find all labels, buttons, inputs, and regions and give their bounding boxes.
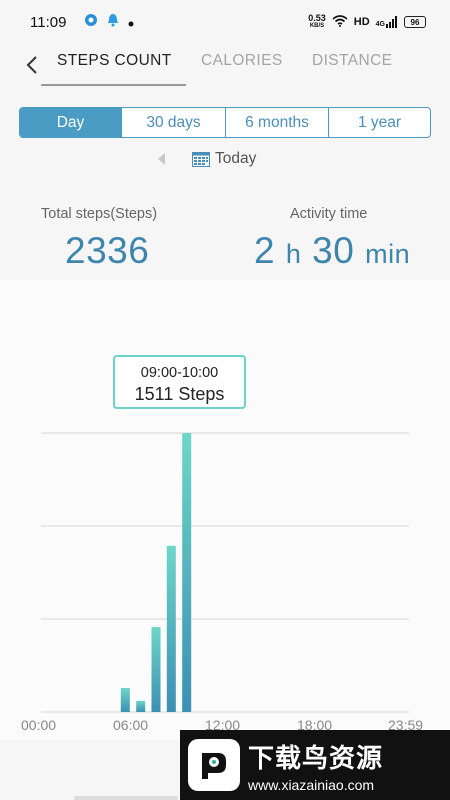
status-bar: 11:09 0.53 KB/S HD 4G 96 <box>0 0 450 44</box>
tab-steps-count[interactable]: STEPS COUNT <box>57 52 172 86</box>
x-tick-label: 00:00 <box>21 717 57 733</box>
range-selector: Day 30 days 6 months 1 year <box>19 107 431 138</box>
tooltip-steps-value: 1511 Steps <box>134 384 225 404</box>
range-1-year-button[interactable]: 1 year <box>329 108 430 137</box>
date-navigator: Today <box>0 148 450 170</box>
total-steps-label: Total steps(Steps) <box>41 206 158 222</box>
watermark-url: www.xiazainiao.com <box>248 776 375 793</box>
calendar-icon[interactable] <box>192 151 210 167</box>
battery-level: 96 <box>410 17 420 27</box>
x-tick-label: 06:00 <box>113 717 149 733</box>
eye-icon <box>84 13 98 31</box>
hd-label: HD <box>353 16 370 28</box>
activity-time-value: 2 h 30 min <box>254 230 410 272</box>
home-indicator <box>74 796 178 800</box>
net-speed: 0.53 KB/S <box>308 14 326 30</box>
watermark-text: 下载鸟资源 www.xiazainiao.com <box>248 738 383 793</box>
previous-day-icon[interactable] <box>158 153 165 165</box>
status-time: 11:09 <box>30 13 67 31</box>
status-right: 0.53 KB/S HD 4G 96 <box>308 14 426 30</box>
activity-time-label: Activity time <box>290 206 368 222</box>
signal-icon: 4G <box>376 16 398 28</box>
date-label[interactable]: Today <box>215 150 256 168</box>
dot-icon <box>128 14 134 31</box>
wifi-icon <box>332 14 348 30</box>
watermark-banner: 下载鸟资源 www.xiazainiao.com <box>180 730 450 800</box>
activity-hours: 2 <box>254 230 276 271</box>
battery-icon: 96 <box>404 16 426 28</box>
range-6-months-button[interactable]: 6 months <box>226 108 329 137</box>
chart-area <box>0 280 450 740</box>
tab-distance[interactable]: DISTANCE <box>312 52 392 86</box>
chart-tooltip: 09:00-10:00 1511 Steps <box>113 355 246 409</box>
minutes-unit: min <box>365 239 411 269</box>
activity-minutes: 30 <box>312 230 355 271</box>
bird-logo-icon <box>188 739 240 791</box>
back-arrow-icon[interactable] <box>22 52 42 78</box>
status-left: 11:09 <box>30 13 134 31</box>
signal-label: 4G <box>375 21 385 28</box>
net-speed-unit: KB/S <box>309 23 325 29</box>
tooltip-time-range: 09:00-10:00 <box>140 365 219 381</box>
range-day-button[interactable]: Day <box>20 108 122 137</box>
range-30-days-button[interactable]: 30 days <box>122 108 226 137</box>
net-speed-value: 0.53 <box>308 13 326 23</box>
bell-icon <box>106 13 120 31</box>
top-nav: STEPS COUNT CALORIES DISTANCE <box>0 44 450 88</box>
total-steps-value: 2336 <box>65 230 150 271</box>
tab-calories[interactable]: CALORIES <box>201 52 283 86</box>
watermark-title: 下载鸟资源 <box>248 742 384 773</box>
hours-unit: h <box>285 239 302 269</box>
active-tab-underline <box>41 84 186 86</box>
stats-panel: Total steps(Steps) 2336 Activity time 2 … <box>0 196 450 286</box>
